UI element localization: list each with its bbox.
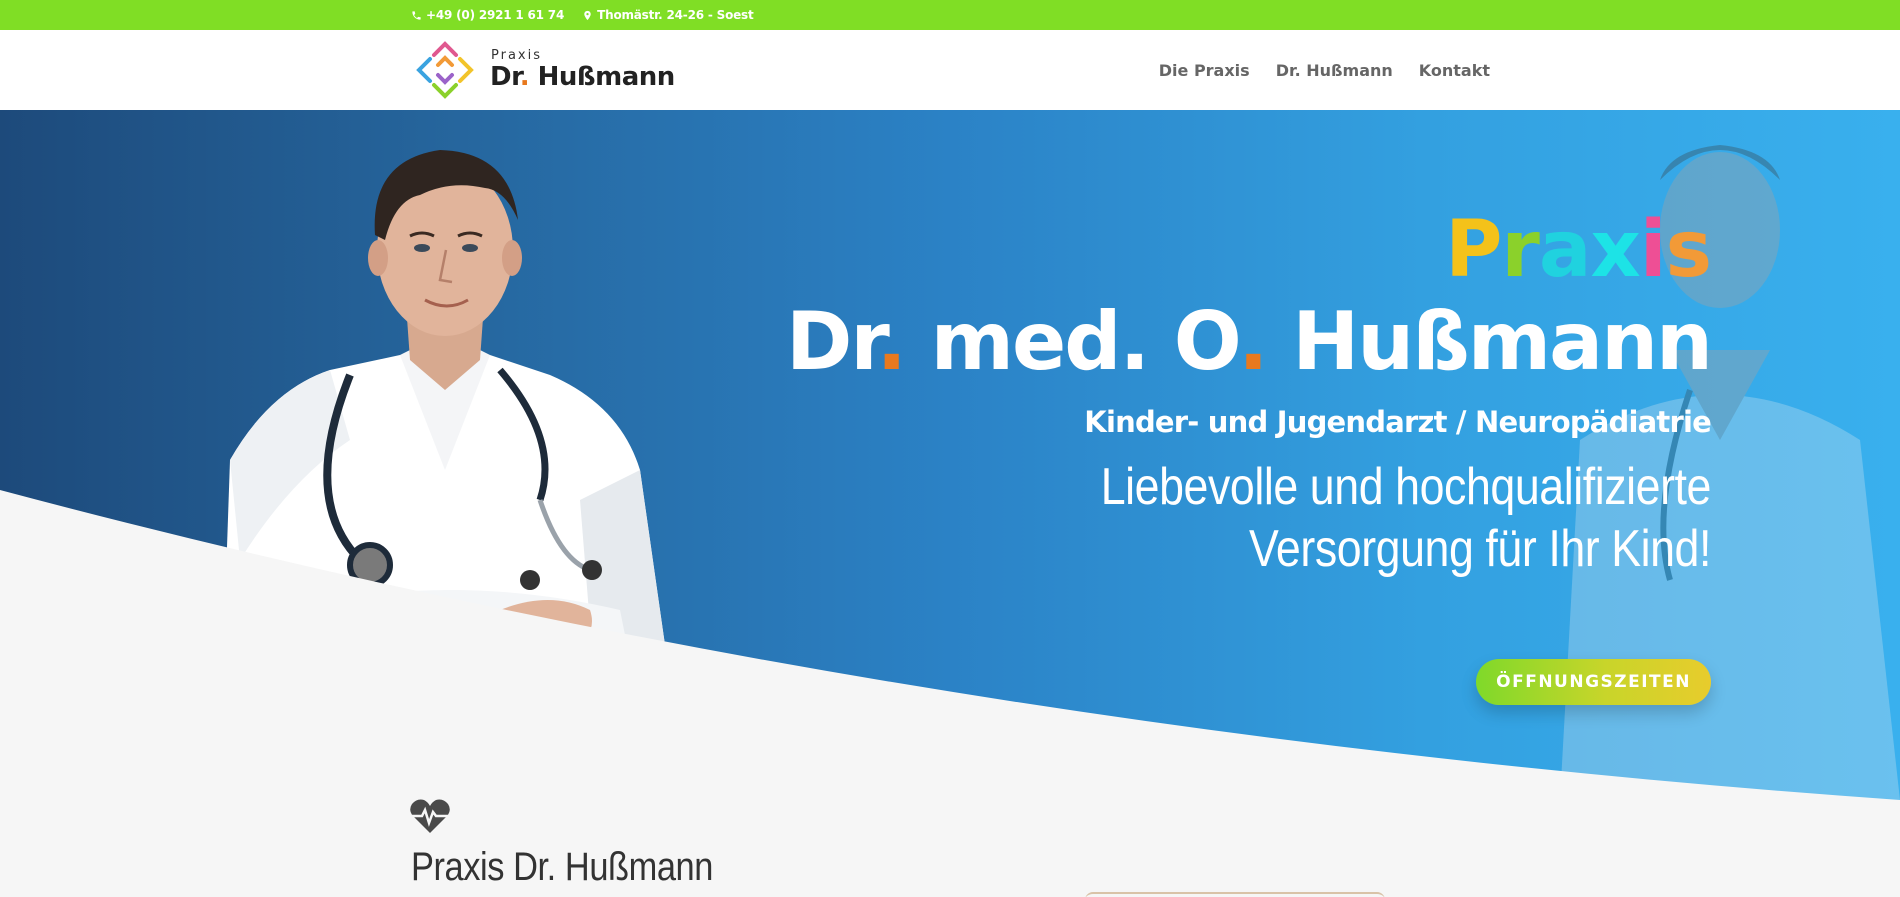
site-logo[interactable]: Praxis Dr. Hußmann <box>412 37 675 103</box>
praxis-letter: a <box>1538 205 1592 295</box>
map-pin-icon <box>584 10 591 20</box>
address-text: Thomästr. 24-26 - Soest <box>597 8 754 22</box>
hero-text-block: Praxis Dr. med. O. Hußmann Kinder- und J… <box>711 205 1713 580</box>
logo-name: Dr. Hußmann <box>490 62 675 92</box>
phone-icon <box>412 10 421 20</box>
phone-link[interactable]: +49 (0) 2921 1 61 74 <box>411 8 564 22</box>
logo-diamond-icon <box>416 41 474 99</box>
nav-item-dr-hussmann[interactable]: Dr. Hußmann <box>1276 61 1393 80</box>
site-header: Praxis Dr. Hußmann Die Praxis Dr. Hußman… <box>0 30 1900 110</box>
praxis-letter: i <box>1639 205 1667 295</box>
address-link[interactable]: Thomästr. 24-26 - Soest <box>582 8 754 22</box>
hero-tagline: Liebevolle und hochqualifizierte Versorg… <box>851 456 1712 580</box>
main-nav: Die Praxis Dr. Hußmann Kontakt <box>1159 30 1490 110</box>
praxis-letter: x <box>1590 205 1641 295</box>
section-title: Praxis Dr. Hußmann <box>411 845 713 889</box>
heartbeat-icon <box>410 799 450 833</box>
hero-praxis-heading: Praxis <box>711 205 1712 295</box>
hero-tagline-line2: Versorgung für Ihr Kind! <box>1249 520 1711 578</box>
phone-number: +49 (0) 2921 1 61 74 <box>426 8 565 22</box>
praxis-letter: P <box>1445 205 1502 295</box>
hero-tagline-line1: Liebevolle und hochqualifizierte <box>1100 458 1712 516</box>
hero-section: Praxis Dr. med. O. Hußmann Kinder- und J… <box>0 110 1900 800</box>
hero-subtitle: Kinder- und Jugendarzt / Neuropädiatrie <box>1084 405 1712 439</box>
praxis-letter: r <box>1501 205 1539 295</box>
hero-doctor-name: Dr. med. O. Hußmann <box>785 295 1713 388</box>
section-card-edge <box>1085 892 1385 897</box>
opening-hours-button[interactable]: ÖFFNUNGSZEITEN <box>1476 659 1711 705</box>
nav-item-die-praxis[interactable]: Die Praxis <box>1159 61 1250 80</box>
praxis-letter: s <box>1665 205 1712 295</box>
top-bar: +49 (0) 2921 1 61 74 Thomästr. 24-26 - S… <box>0 0 1900 30</box>
logo-small-text: Praxis <box>491 48 542 63</box>
nav-item-kontakt[interactable]: Kontakt <box>1419 61 1490 80</box>
